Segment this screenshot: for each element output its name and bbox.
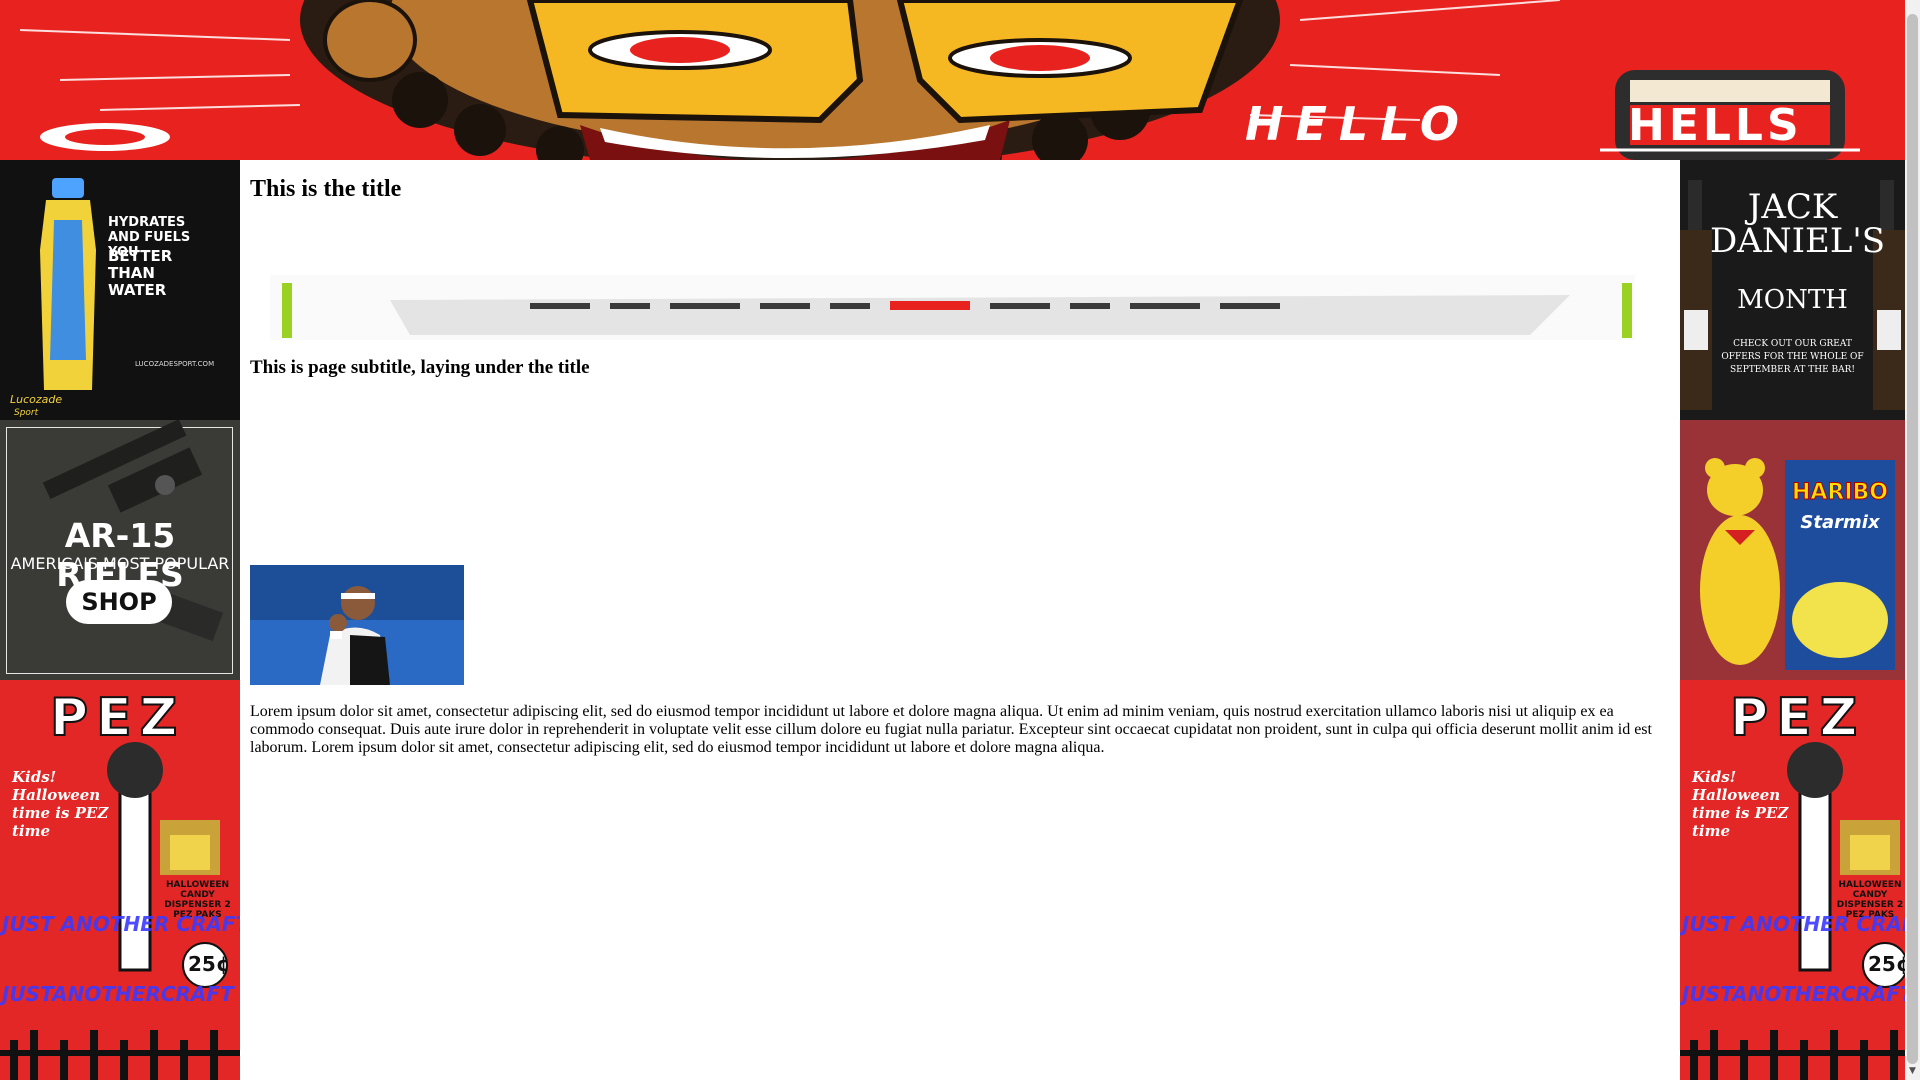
haribo-brand: HARIBO [1791,480,1889,506]
pez-ad-right[interactable]: PEZ Kids! Halloween time is PEZ time HAL… [1680,680,1905,1080]
scrollbar-thumb[interactable] [1907,14,1918,1064]
pez-logo-right: PEZ [1729,687,1866,749]
lucozade-url: LUCOZADESPORT.COM [135,360,215,368]
haribo-product: Starmix [1800,512,1880,533]
top-banner-ad[interactable]: HELLO HELLS [0,0,1905,160]
gummy-bear-graphic [1680,420,1905,680]
pez-price-left: 25¢ [188,952,230,976]
pez-logo-left: PEZ [49,687,186,749]
pez-price-right: 25¢ [1868,952,1905,976]
pez-tagline-right: Kids! Halloween time is PEZ time [1692,768,1789,840]
haribo-ad[interactable]: HARIBO Starmix [1680,420,1905,680]
svg-text:Lucozade: Lucozade [10,393,62,406]
ar15-subline: AMERICA'S MOST POPULAR [10,554,230,573]
jack-daniels-ad[interactable]: JACK DANIEL'S MONTH CHECK OUT OUR GREAT … [1680,160,1905,420]
ar15-shop-button[interactable]: SHOP [66,580,172,624]
leaderboard-artwork [282,283,1632,338]
jack-offer-text: CHECK OUT OUR GREAT OFFERS FOR THE WHOLE… [1721,339,1864,375]
body-paragraph: Lorem ipsum dolor sit amet, consectetur … [250,703,1652,756]
leaderboard-ad[interactable] [270,275,1635,340]
pez-watermark-1-left: JUST ANOTHER CRAFT SHOP 2017 [2,912,240,936]
player-figure [250,565,464,685]
banner-headline: HELLO [1245,97,1472,151]
svg-text:Sport: Sport [14,408,39,418]
lucozade-ad[interactable]: Lucozade Sport HYDRATES AND FUELS YOU BE… [0,160,240,420]
jack-brand: JACK DANIEL'S [1710,187,1886,261]
banner-artwork [19,0,1860,160]
page-subtitle: This is page subtitle, laying under the … [250,357,590,378]
pez-watermark-1-right: JUST ANOTHER CRAFT SHOP 2017 [1682,912,1905,936]
page-title: This is the title [250,176,402,202]
jack-month: MONTH [1737,285,1848,315]
banner-brand: HELLS [1628,100,1803,151]
pez-watermark-2-right: JUSTANOTHERCRAFT SHOP 2017 [1682,982,1905,1006]
tennis-player-photo [250,565,464,685]
scroll-down-arrow-icon[interactable]: ▼ [1907,1066,1918,1078]
pez-tagline-left: Kids! Halloween time is PEZ time [12,768,109,840]
lucozade-line2: BETTER THAN WATER [108,247,173,299]
pez-ad-left[interactable]: PEZ Kids! Halloween time is PEZ time HAL… [0,680,240,1080]
pez-watermark-2-left: JUSTANOTHERCRAFT SHOP 2017 [2,982,240,1006]
ar15-ad[interactable]: AR-15 RIFLES AMERICA'S MOST POPULAR SHOP [0,420,240,680]
